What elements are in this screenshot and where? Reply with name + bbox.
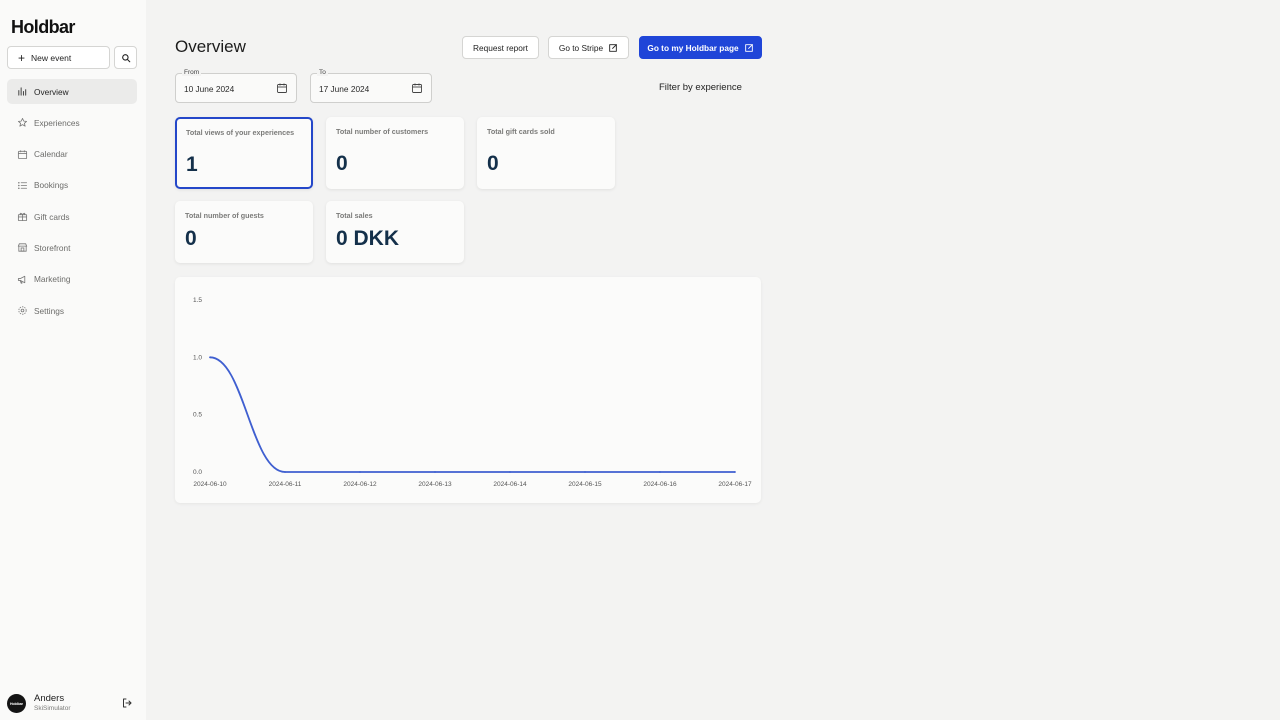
- x-tick-label: 2024-06-17: [718, 481, 752, 488]
- stat-card-gift-cards[interactable]: Total gift cards sold 0: [477, 117, 615, 189]
- x-tick-label: 2024-06-14: [493, 481, 527, 488]
- sidebar-item-calendar[interactable]: Calendar: [7, 142, 137, 167]
- user-profile[interactable]: Holdbar Anders SkiSimulator: [7, 692, 137, 714]
- go-to-stripe-label: Go to Stripe: [558, 42, 604, 53]
- y-tick-label: 1.5: [193, 297, 202, 304]
- sidebar-item-label: Gift cards: [34, 211, 70, 222]
- sidebar-item-label: Marketing: [34, 274, 71, 285]
- avatar: Holdbar: [7, 694, 26, 713]
- data-point: [359, 471, 361, 473]
- request-report-button[interactable]: Request report: [462, 36, 539, 59]
- stat-label: Total gift cards sold: [487, 127, 555, 136]
- stat-label: Total views of your experiences: [186, 128, 295, 137]
- sidebar-nav: Overview Experiences Calendar Bookings G…: [7, 79, 137, 329]
- search-icon: [121, 53, 130, 62]
- sidebar-item-gift-cards[interactable]: Gift cards: [7, 204, 137, 229]
- sidebar-item-label: Calendar: [34, 149, 68, 160]
- request-report-label: Request report: [473, 42, 528, 53]
- search-button[interactable]: [114, 46, 137, 69]
- from-date-value: 10 June 2024: [184, 84, 235, 94]
- data-point: [284, 471, 286, 473]
- data-point: [209, 356, 211, 359]
- stat-card-guests[interactable]: Total number of guests 0: [175, 201, 313, 263]
- stat-value: 0 DKK: [336, 227, 400, 250]
- chart-svg: 0.0 0.5 1.0 1.5 2024-06-10 2024-06-11 2024-06-…: [193, 297, 752, 488]
- calendar-icon[interactable]: [411, 82, 423, 94]
- from-date-label: From: [182, 69, 202, 76]
- from-date-field[interactable]: From 10 June 2024: [175, 69, 297, 103]
- to-date-value: 17 June 2024: [319, 84, 370, 94]
- plus-icon: +: [18, 50, 26, 65]
- go-to-holdbar-page-button[interactable]: Go to my Holdbar page: [639, 36, 762, 59]
- stat-card-sales[interactable]: Total sales 0 DKK: [326, 201, 464, 263]
- stat-card-views[interactable]: Total views of your experiences 1: [175, 117, 313, 189]
- y-tick-label: 0.0: [193, 469, 202, 476]
- sidebar-item-storefront[interactable]: Storefront: [7, 235, 137, 260]
- x-tick-label: 2024-06-11: [269, 481, 302, 488]
- bar-chart-icon: [16, 86, 28, 98]
- external-link-icon: [609, 43, 617, 52]
- data-point: [584, 471, 586, 473]
- user-organization: SkiSimulator: [34, 705, 71, 712]
- stat-value: 0: [336, 152, 348, 175]
- sidebar-item-label: Storefront: [34, 242, 71, 253]
- y-tick-label: 1.0: [193, 354, 202, 361]
- go-to-holdbar-page-label: Go to my Holdbar page: [647, 42, 739, 53]
- data-point: [734, 471, 736, 473]
- sidebar-item-label: Overview: [34, 86, 69, 97]
- sidebar: Holdbar + New event Overview Experiences…: [0, 0, 146, 720]
- list-icon: [16, 179, 28, 191]
- stat-label: Total sales: [336, 211, 373, 220]
- y-tick-label: 0.5: [193, 412, 202, 419]
- stat-label: Total number of guests: [185, 211, 264, 220]
- gear-icon: [16, 305, 28, 317]
- megaphone-icon: [16, 273, 28, 285]
- user-name: Anders: [34, 693, 65, 704]
- data-point: [659, 471, 661, 473]
- views-series-line: [209, 356, 735, 473]
- calendar-icon[interactable]: [276, 82, 288, 94]
- stat-value: 1: [186, 153, 198, 176]
- x-tick-label: 2024-06-10: [193, 481, 227, 488]
- x-tick-label: 2024-06-15: [568, 481, 602, 488]
- x-tick-label: 2024-06-16: [643, 481, 677, 488]
- stat-value: 0: [185, 227, 197, 250]
- calendar-icon: [16, 148, 28, 160]
- to-date-label: To: [317, 69, 328, 76]
- to-date-field[interactable]: To 17 June 2024: [310, 69, 432, 103]
- sidebar-item-label: Settings: [34, 305, 64, 316]
- stat-value: 0: [487, 152, 499, 175]
- x-tick-label: 2024-06-12: [343, 481, 377, 488]
- sidebar-item-label: Experiences: [34, 117, 80, 128]
- data-point: [509, 471, 511, 473]
- sidebar-item-marketing[interactable]: Marketing: [7, 267, 137, 292]
- stat-card-customers[interactable]: Total number of customers 0: [326, 117, 464, 189]
- new-event-label: New event: [31, 52, 72, 63]
- sidebar-item-experiences[interactable]: Experiences: [7, 110, 137, 135]
- go-to-stripe-button[interactable]: Go to Stripe: [548, 36, 629, 59]
- data-point: [434, 471, 436, 473]
- x-tick-label: 2024-06-13: [418, 481, 452, 488]
- sidebar-item-overview[interactable]: Overview: [7, 79, 137, 104]
- star-icon: [16, 117, 28, 129]
- new-event-button[interactable]: + New event: [7, 46, 110, 69]
- sidebar-item-settings[interactable]: Settings: [7, 298, 137, 323]
- external-link-icon: [744, 43, 753, 52]
- logout-icon[interactable]: [121, 697, 133, 709]
- gift-icon: [16, 211, 28, 223]
- sidebar-item-label: Bookings: [34, 180, 69, 191]
- stat-label: Total number of customers: [336, 127, 429, 136]
- app-logo[interactable]: Holdbar: [11, 17, 75, 38]
- filter-by-experience[interactable]: Filter by experience: [659, 82, 742, 93]
- store-icon: [16, 242, 28, 254]
- page-title: Overview: [175, 37, 246, 56]
- views-chart: 0.0 0.5 1.0 1.5 2024-06-10 2024-06-11 2024-06-…: [175, 277, 761, 503]
- sidebar-item-bookings[interactable]: Bookings: [7, 173, 137, 198]
